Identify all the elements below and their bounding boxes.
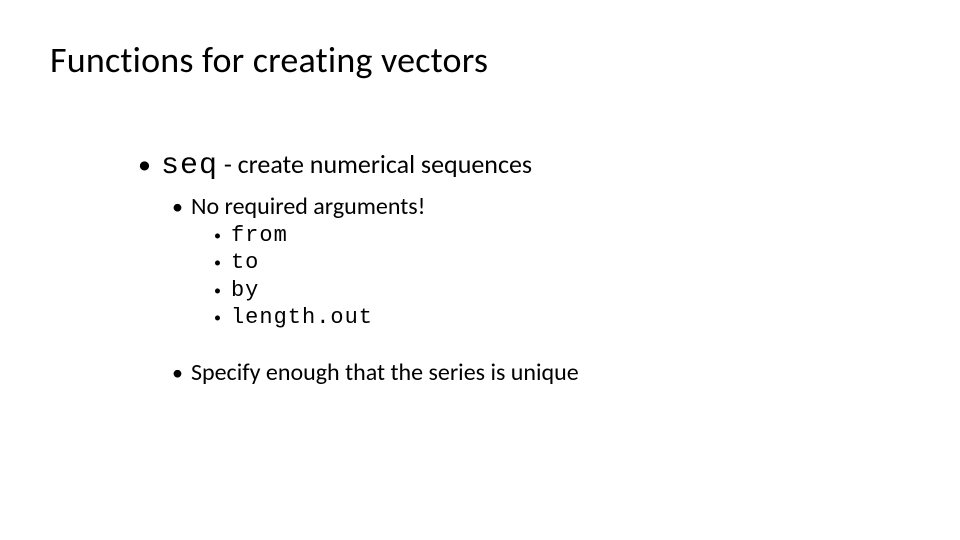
slide: Functions for creating vectors • seq - c… bbox=[0, 0, 960, 540]
bullet-dot: • bbox=[172, 193, 183, 221]
code-seq: seq bbox=[161, 149, 218, 183]
bullet-level-2: • No required arguments! bbox=[172, 192, 579, 222]
arg-to: to bbox=[231, 249, 259, 277]
slide-content: • seq - create numerical sequences • No … bbox=[138, 148, 579, 388]
bullet-dot: • bbox=[214, 227, 221, 245]
bullet-level-2: • Specify enough that the series is uniq… bbox=[172, 358, 579, 388]
slide-title: Functions for creating vectors bbox=[50, 38, 488, 82]
arg-by: by bbox=[231, 277, 259, 305]
l2-text-specify: Specify enough that the series is unique bbox=[191, 358, 579, 388]
bullet-dot: • bbox=[214, 254, 221, 272]
bullet-dot: • bbox=[214, 282, 221, 300]
l1-rest: - create numerical sequences bbox=[218, 148, 532, 180]
bullet-level-3: • length.out bbox=[214, 304, 579, 332]
bullet-level-3: • to bbox=[214, 249, 579, 277]
bullet-level-3: • by bbox=[214, 277, 579, 305]
bullet-dot: • bbox=[138, 148, 151, 181]
l1-text: seq - create numerical sequences bbox=[161, 148, 532, 186]
bullet-level-1: • seq - create numerical sequences bbox=[138, 148, 579, 186]
bullet-level-3: • from bbox=[214, 222, 579, 250]
l2-text-noargs: No required arguments! bbox=[191, 192, 426, 222]
arg-from: from bbox=[231, 222, 288, 250]
bullet-dot: • bbox=[214, 309, 221, 327]
bullet-dot: • bbox=[172, 359, 183, 387]
arg-lengthout: length.out bbox=[231, 304, 373, 332]
